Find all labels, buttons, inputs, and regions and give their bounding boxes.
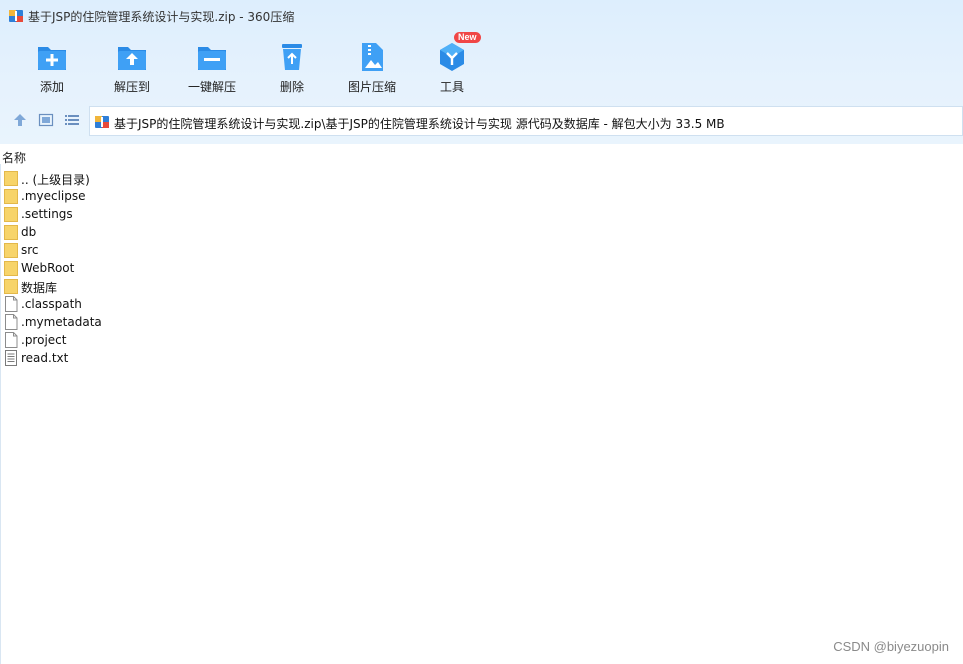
- list-view-icon[interactable]: [64, 112, 80, 128]
- file-name: .settings: [21, 207, 73, 221]
- image-compress-label: 图片压缩: [347, 80, 396, 94]
- toolbar: 添加 解压到 一键解压 删除 图片压缩 New 工具: [0, 32, 963, 98]
- list-item[interactable]: read.txt: [4, 349, 404, 367]
- list-item[interactable]: .. (上级目录): [4, 169, 404, 187]
- extract-to-button[interactable]: 解压到: [92, 36, 172, 98]
- delete-label: 删除: [279, 80, 304, 94]
- column-header-name[interactable]: 名称: [0, 146, 963, 165]
- folder-extract-icon: [118, 47, 146, 70]
- tools-button[interactable]: New 工具: [412, 32, 492, 98]
- archive-icon: [9, 10, 23, 22]
- file-name: WebRoot: [21, 261, 75, 275]
- add-button[interactable]: 添加: [12, 36, 92, 98]
- list-item[interactable]: 数据库: [4, 277, 404, 295]
- add-label: 添加: [39, 80, 64, 94]
- file-name: .mymetadata: [21, 315, 102, 329]
- folder-icon: [4, 243, 18, 258]
- folder-unzip-icon: [198, 47, 226, 70]
- title-bar: 基于JSP的住院管理系统设计与实现.zip - 360压缩: [0, 0, 963, 32]
- text-file-icon: [5, 350, 17, 366]
- one-click-extract-label: 一键解压: [187, 80, 236, 94]
- file-name: db: [21, 225, 37, 239]
- tools-icon: [440, 43, 464, 71]
- top-chrome: 基于JSP的住院管理系统设计与实现.zip - 360压缩 添加 解压到 一键解…: [0, 0, 963, 144]
- folder-icon: [4, 189, 18, 204]
- one-click-extract-button[interactable]: 一键解压: [172, 36, 252, 98]
- file-name: .classpath: [21, 297, 82, 311]
- divider: [0, 164, 1, 664]
- list-item[interactable]: .myeclipse: [4, 187, 404, 205]
- file-name: .myeclipse: [21, 189, 86, 203]
- list-item[interactable]: .classpath: [4, 295, 404, 313]
- list-item[interactable]: .mymetadata: [4, 313, 404, 331]
- file-name: .. (上级目录): [21, 173, 90, 187]
- folder-add-icon: [38, 47, 66, 70]
- file-name: 数据库: [21, 281, 58, 295]
- recycle-bin-icon: [282, 44, 302, 70]
- list-item[interactable]: WebRoot: [4, 259, 404, 277]
- list-item[interactable]: db: [4, 223, 404, 241]
- file-icon: [5, 332, 18, 348]
- current-path: 基于JSP的住院管理系统设计与实现.zip\基于JSP的住院管理系统设计与实现 …: [114, 117, 725, 131]
- column-name-label: 名称: [2, 151, 27, 165]
- image-compress-button[interactable]: 图片压缩: [332, 36, 412, 98]
- file-name: src: [21, 243, 39, 257]
- arrow-up-icon[interactable]: [12, 112, 28, 128]
- address-bar[interactable]: 基于JSP的住院管理系统设计与实现.zip\基于JSP的住院管理系统设计与实现 …: [89, 106, 963, 136]
- navigation-row: 基于JSP的住院管理系统设计与实现.zip\基于JSP的住院管理系统设计与实现 …: [0, 106, 963, 136]
- tools-label: 工具: [439, 80, 464, 94]
- image-compress-icon: [362, 43, 383, 71]
- list-item[interactable]: src: [4, 241, 404, 259]
- new-badge: New: [454, 32, 481, 43]
- delete-button[interactable]: 删除: [252, 36, 332, 98]
- folder-icon: [4, 207, 18, 222]
- file-icon: [5, 296, 18, 312]
- window-title: 基于JSP的住院管理系统设计与实现.zip - 360压缩: [28, 10, 295, 24]
- list-item[interactable]: .settings: [4, 205, 404, 223]
- list-item[interactable]: .project: [4, 331, 404, 349]
- extract-to-label: 解压到: [113, 80, 150, 94]
- thumbnail-view-icon[interactable]: [38, 112, 54, 128]
- file-name: read.txt: [21, 351, 69, 365]
- file-name: .project: [21, 333, 67, 347]
- folder-icon: [4, 225, 18, 240]
- folder-icon: [4, 279, 18, 294]
- folder-icon: [4, 171, 18, 186]
- watermark: CSDN @biyezuopin: [833, 639, 949, 654]
- folder-icon: [4, 261, 18, 276]
- file-icon: [5, 314, 18, 330]
- archive-icon: [95, 116, 109, 128]
